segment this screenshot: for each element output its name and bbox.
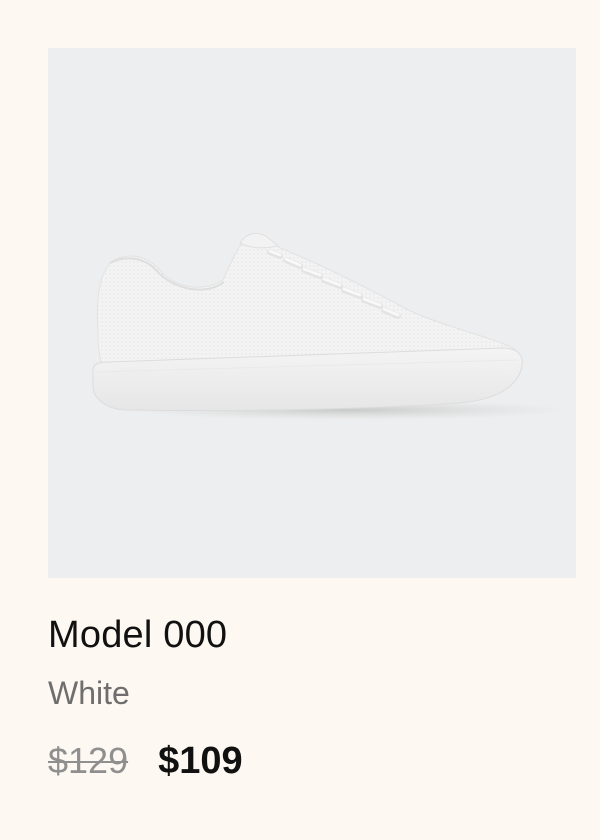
price-row: $129 $109 — [48, 736, 243, 786]
product-card[interactable]: Model 000 White $129 $109 — [0, 0, 600, 840]
sale-price: $109 — [158, 740, 243, 782]
product-name[interactable]: Model 000 — [48, 612, 227, 658]
original-price: $129 — [48, 740, 129, 781]
sneaker-icon — [92, 232, 568, 420]
product-color: White — [48, 675, 130, 711]
product-image[interactable] — [48, 48, 576, 578]
